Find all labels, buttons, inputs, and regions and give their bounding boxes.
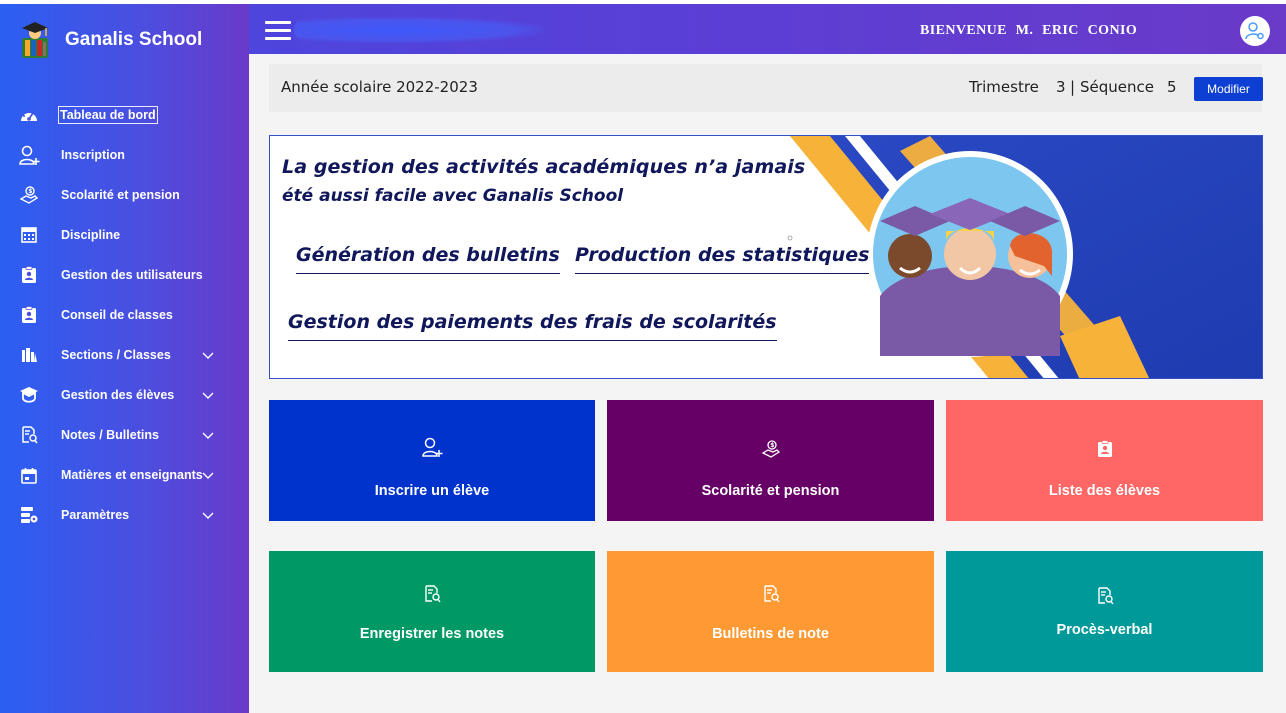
sidebar-item-label: Notes / Bulletins [61, 428, 159, 442]
card-enregistrer-les-notes[interactable]: Enregistrer les notes [269, 551, 595, 672]
sidebar-item-label: Scolarité et pension [61, 188, 180, 202]
banner-headline-line-1: La gestion des activités académiques n’a… [282, 156, 806, 178]
user-plus-icon [421, 436, 443, 458]
brand-name: Ganalis School [65, 29, 203, 50]
server-settings-icon [18, 504, 40, 526]
card-scolarite-et-pension[interactable]: $ Scolarité et pension [607, 400, 934, 521]
chevron-down-icon [202, 512, 214, 519]
trimester-label: Trimestre [969, 78, 1039, 96]
card-label: Inscrire un élève [374, 483, 490, 499]
sidebar-item-label: Conseil de classes [61, 308, 173, 322]
sequence-label: Séquence [1080, 78, 1154, 96]
main-content: Année scolaire 2022-2023 Trimestre 3 | S… [249, 54, 1286, 713]
sidebar-item-label: Gestion des utilisateurs [61, 268, 203, 282]
card-label: Bulletins de note [712, 626, 829, 642]
sidebar-item-sections-classes[interactable]: Sections / Classes [0, 335, 249, 375]
sidebar-item-label: Tableau de bord [58, 106, 158, 124]
trimester-value: 3 [1056, 78, 1066, 96]
id-badge-icon [1094, 438, 1116, 460]
document-search-icon [1094, 585, 1116, 607]
card-label: Liste des élèves [1048, 483, 1161, 499]
id-badge-icon [18, 304, 40, 326]
sidebar-item-label: Paramètres [61, 508, 130, 522]
sidebar-item-discipline[interactable]: Discipline [0, 215, 249, 255]
sidebar-item-gestion-des-utilisateurs[interactable]: Gestion des utilisateurs [0, 255, 249, 295]
sidebar-item-parametres[interactable]: Paramètres [0, 495, 249, 535]
svg-text:$: $ [770, 442, 774, 449]
graduation-logo-icon [22, 22, 48, 58]
sidebar-item-scolarite-et-pension[interactable]: $ Scolarité et pension [0, 175, 249, 215]
graduation-cap-icon [18, 384, 40, 406]
banner-feature-bulletins: Génération des bulletins [296, 244, 560, 274]
card-proces-verbal[interactable]: Procès-verbal [946, 551, 1263, 672]
sidebar-item-label: Gestion des élèves [61, 388, 175, 402]
sidebar: Ganalis School Tableau de bord Inscripti… [0, 4, 249, 713]
card-label: Scolarité et pension [701, 483, 840, 499]
document-search-icon [421, 583, 443, 605]
school-building-icon [18, 344, 40, 366]
sidebar-item-tableau-de-bord[interactable]: Tableau de bord [0, 95, 249, 135]
sidebar-item-label: Discipline [61, 228, 121, 242]
svg-text:$: $ [28, 188, 32, 195]
card-label: Procès-verbal [1056, 622, 1153, 638]
dashboard-gauge-icon [18, 104, 40, 126]
document-search-icon [760, 583, 782, 605]
school-year: Année scolaire 2022-2023 [281, 78, 478, 96]
user-plus-icon [18, 144, 40, 166]
banner-feature-paiements: Gestion des paiements des frais de scola… [288, 311, 777, 341]
user-settings-icon[interactable] [1240, 16, 1270, 46]
top-bar: BIENVENUE M. ERIC CONIO [249, 4, 1286, 54]
sidebar-item-label: Inscription [61, 148, 125, 162]
card-inscrire-un-eleve[interactable]: Inscrire un élève [269, 400, 595, 521]
sidebar-item-notes-bulletins[interactable]: Notes / Bulletins [0, 415, 249, 455]
promo-banner: La gestion des activités académiques n’a… [269, 135, 1263, 379]
sidebar-item-inscription[interactable]: Inscription [0, 135, 249, 175]
modify-button[interactable]: Modifier [1194, 77, 1263, 101]
document-search-icon [18, 424, 40, 446]
sidebar-nav: Tableau de bord Inscription $ Scolarité … [0, 95, 249, 535]
separator: | [1070, 78, 1076, 96]
calculator-grid-icon [18, 224, 40, 246]
id-badge-icon [18, 264, 40, 286]
chevron-down-icon [202, 352, 214, 359]
school-year-bar: Année scolaire 2022-2023 Trimestre 3 | S… [269, 64, 1263, 112]
sequence-value: 5 [1167, 78, 1177, 96]
welcome-text: BIENVENUE M. ERIC CONIO [920, 23, 1138, 38]
hand-coin-icon: $ [18, 184, 40, 206]
sidebar-item-matieres-et-enseignants[interactable]: Matières et enseignants [0, 455, 249, 495]
card-label: Enregistrer les notes [359, 626, 505, 642]
brand[interactable]: Ganalis School [16, 18, 202, 62]
card-bulletins-de-note[interactable]: Bulletins de note [607, 551, 934, 672]
sidebar-item-label: Sections / Classes [61, 348, 171, 362]
chevron-down-icon [202, 472, 214, 479]
chevron-down-icon [202, 392, 214, 399]
hamburger-menu-icon[interactable] [265, 21, 291, 41]
banner-feature-statistiques: Production des statistiques [575, 244, 870, 274]
calendar-icon [18, 464, 40, 486]
hand-coin-icon: $ [760, 438, 782, 460]
chevron-down-icon [202, 432, 214, 439]
banner-headline-line-2: été aussi facile avec Ganalis School [282, 186, 624, 206]
sidebar-item-conseil-de-classes[interactable]: Conseil de classes [0, 295, 249, 335]
card-liste-des-eleves[interactable]: Liste des élèves [946, 400, 1263, 521]
sidebar-item-label: Matières et enseignants [61, 468, 203, 482]
redacted-scribble [294, 17, 544, 43]
sidebar-item-gestion-des-eleves[interactable]: Gestion des élèves [0, 375, 249, 415]
